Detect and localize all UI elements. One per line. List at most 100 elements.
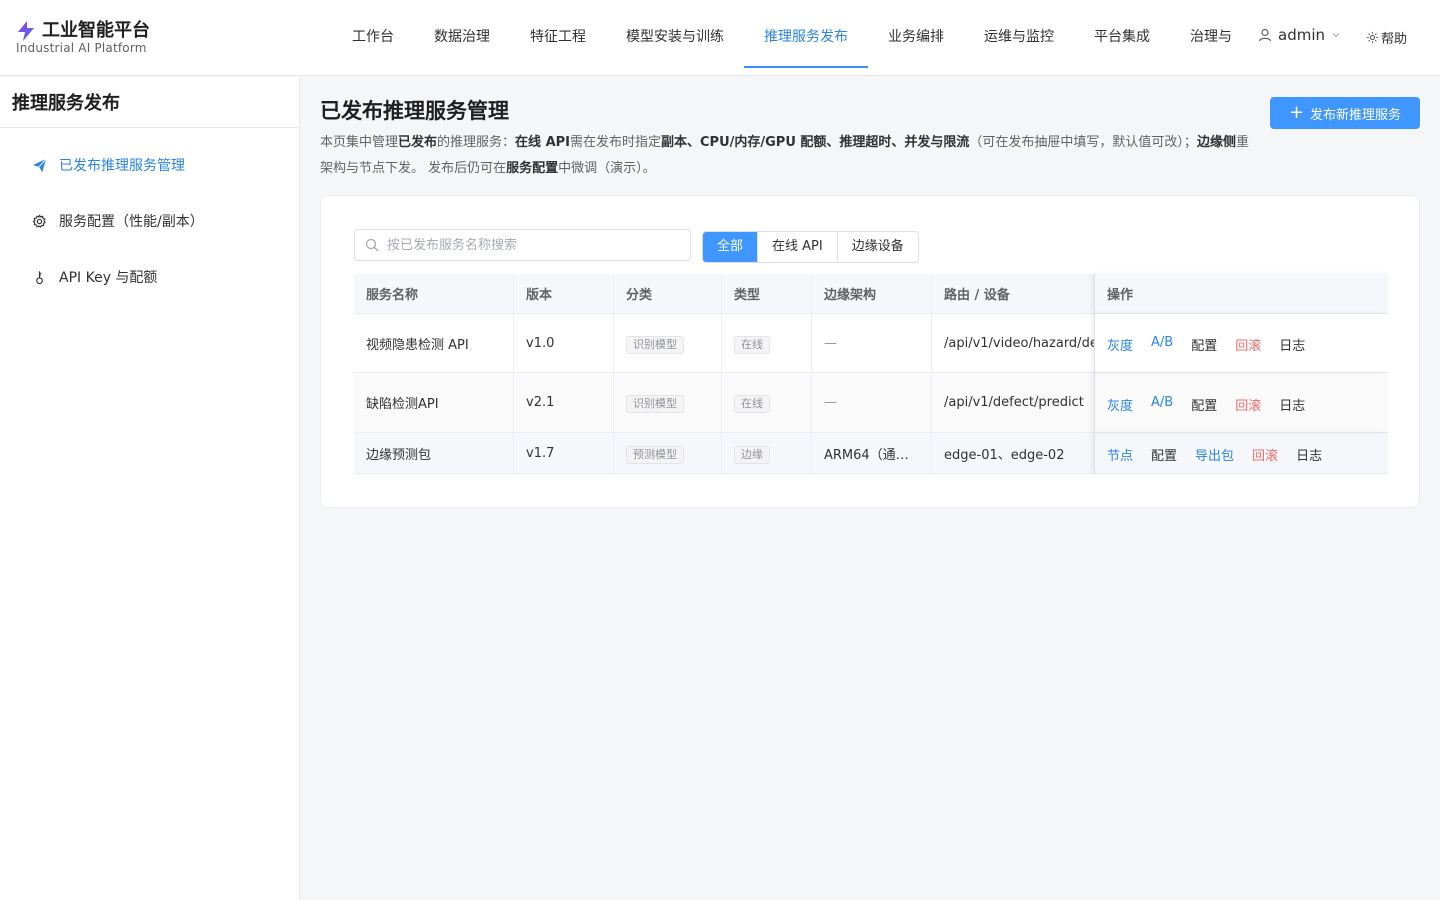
key-icon bbox=[36, 270, 43, 284]
cell-version: v2.1 bbox=[514, 373, 614, 432]
type-filter: 全部 在线 API 边缘设备 bbox=[702, 231, 919, 263]
sidebar-item-published-services[interactable]: 已发布推理服务管理 bbox=[32, 155, 185, 175]
cell-edge-arch: ARM64（通用） bbox=[812, 433, 932, 473]
config-button[interactable]: 配置 bbox=[1191, 332, 1217, 354]
cell-type: 边缘 bbox=[722, 433, 812, 473]
gray-release-button[interactable]: 灰度 bbox=[1107, 332, 1133, 354]
user-icon bbox=[1258, 28, 1272, 42]
cell-actions: 灰度 A/B 配置 回滚 日志 bbox=[1094, 314, 1388, 372]
table-row: 边缘预测包 v1.7 预测模型 边缘 ARM64（通用） edge-01、edg… bbox=[354, 433, 1388, 474]
category-tag: 识别模型 bbox=[626, 395, 684, 413]
cell-edge-arch: — bbox=[812, 314, 932, 372]
col-service-name[interactable]: 服务名称 bbox=[354, 274, 514, 313]
sidebar-item-api-key[interactable]: API Key 与配额 bbox=[32, 267, 157, 287]
sidebar: 推理服务发布 已发布推理服务管理 服务配置（性能/副本） API Key 与配额 bbox=[0, 77, 300, 900]
table-header: 服务名称 版本 分类 类型 边缘架构 路由 / 设备 操作 bbox=[354, 274, 1388, 314]
services-table: 服务名称 版本 分类 类型 边缘架构 路由 / 设备 操作 视频隐患检测 API… bbox=[354, 274, 1388, 474]
brand-logo[interactable]: 工业智能平台 Industrial AI Platform bbox=[16, 20, 150, 55]
category-tag: 预测模型 bbox=[626, 445, 684, 464]
nav-inference-publish[interactable]: 推理服务发布 bbox=[744, 0, 868, 68]
filter-edge-device[interactable]: 边缘设备 bbox=[836, 232, 918, 262]
publish-service-button[interactable]: + 发布新推理服务 bbox=[1270, 97, 1420, 129]
search-box[interactable] bbox=[354, 229, 691, 261]
help-link[interactable]: 帮助 bbox=[1366, 28, 1407, 47]
logs-button[interactable]: 日志 bbox=[1279, 332, 1305, 354]
cell-devices: edge-01、edge-02 bbox=[944, 447, 1065, 463]
category-tag: 识别模型 bbox=[626, 335, 684, 354]
col-edge-arch[interactable]: 边缘架构 bbox=[812, 274, 932, 313]
cell-category: 识别模型 bbox=[614, 314, 722, 372]
username: admin bbox=[1278, 26, 1325, 44]
export-package-button[interactable]: 导出包 bbox=[1195, 442, 1234, 464]
cell-route: /api/v1/defect/predict bbox=[944, 395, 1084, 410]
ab-test-button[interactable]: A/B bbox=[1151, 332, 1173, 354]
table-row: 视频隐患检测 API v1.0 识别模型 在线 — /api/v1/video/… bbox=[354, 314, 1388, 373]
sidebar-item-label: API Key 与配额 bbox=[59, 270, 158, 286]
col-route-device[interactable]: 路由 / 设备 bbox=[932, 274, 1094, 313]
nav-governance[interactable]: 治理与 bbox=[1170, 0, 1238, 68]
publish-service-label: 发布新推理服务 bbox=[1310, 107, 1402, 123]
col-version[interactable]: 版本 bbox=[514, 274, 614, 313]
user-menu[interactable]: admin bbox=[1258, 26, 1347, 44]
cell-version: v1.7 bbox=[514, 433, 614, 473]
logs-button[interactable]: 日志 bbox=[1279, 392, 1305, 414]
nav-platform-integration[interactable]: 平台集成 bbox=[1074, 0, 1170, 68]
sidebar-item-label: 服务配置（性能/副本） bbox=[59, 214, 204, 230]
cell-version: v1.0 bbox=[514, 314, 614, 372]
gear-icon bbox=[1366, 31, 1379, 44]
app-title: 工业智能平台 bbox=[42, 20, 150, 41]
cell-edge-arch: — bbox=[812, 373, 932, 432]
type-tag: 在线 bbox=[734, 395, 770, 413]
cell-type: 在线 bbox=[722, 373, 812, 432]
table-row: 缺陷检测API v2.1 识别模型 在线 — /api/v1/defect/pr… bbox=[354, 373, 1388, 433]
cell-actions: 节点 配置 导出包 回滚 日志 bbox=[1094, 433, 1388, 473]
page-title: 已发布推理服务管理 bbox=[320, 99, 509, 123]
nav-business-orchestration[interactable]: 业务编排 bbox=[868, 0, 964, 68]
top-header: 工业智能平台 Industrial AI Platform 工作台 数据治理 特… bbox=[0, 0, 1440, 76]
gray-release-button[interactable]: 灰度 bbox=[1107, 392, 1133, 414]
sidebar-item-label: 已发布推理服务管理 bbox=[59, 158, 185, 174]
lightning-logo-icon bbox=[18, 21, 34, 41]
nav-model-training[interactable]: 模型安装与训练 bbox=[606, 0, 744, 68]
search-input[interactable] bbox=[387, 237, 677, 253]
cell-service-name: 边缘预测包 bbox=[354, 433, 514, 473]
cell-service-name: 视频隐患检测 API bbox=[354, 314, 514, 372]
filter-online-api[interactable]: 在线 API bbox=[757, 232, 837, 262]
main-nav: 工作台 数据治理 特征工程 模型安装与训练 推理服务发布 业务编排 运维与监控 … bbox=[332, 0, 1238, 76]
nav-workbench[interactable]: 工作台 bbox=[332, 0, 414, 68]
ab-test-button[interactable]: A/B bbox=[1151, 392, 1173, 414]
services-card: 全部 在线 API 边缘设备 服务名称 版本 分类 类型 边缘架构 路由 / 设… bbox=[320, 195, 1420, 508]
chevron-down-icon bbox=[1332, 33, 1340, 38]
filter-all[interactable]: 全部 bbox=[703, 232, 758, 262]
sidebar-item-service-config[interactable]: 服务配置（性能/副本） bbox=[32, 211, 204, 231]
cell-service-name: 缺陷检测API bbox=[354, 373, 514, 432]
sidebar-title: 推理服务发布 bbox=[0, 77, 299, 128]
search-icon bbox=[365, 238, 379, 252]
nav-feature-engineering[interactable]: 特征工程 bbox=[510, 0, 606, 68]
rollback-button[interactable]: 回滚 bbox=[1252, 442, 1278, 464]
col-actions: 操作 bbox=[1094, 274, 1388, 313]
send-icon bbox=[32, 158, 47, 172]
config-button[interactable]: 配置 bbox=[1151, 442, 1177, 464]
cell-route: /api/v1/video/hazard/detect bbox=[944, 335, 1094, 351]
gear-icon bbox=[32, 213, 46, 228]
col-category[interactable]: 分类 bbox=[614, 274, 722, 313]
logs-button[interactable]: 日志 bbox=[1296, 442, 1322, 464]
type-tag: 在线 bbox=[734, 335, 770, 354]
nodes-button[interactable]: 节点 bbox=[1107, 442, 1133, 464]
plus-icon: + bbox=[1288, 102, 1305, 123]
cell-type: 在线 bbox=[722, 314, 812, 372]
nav-data-governance[interactable]: 数据治理 bbox=[414, 0, 510, 68]
cell-category: 识别模型 bbox=[614, 373, 722, 432]
help-label: 帮助 bbox=[1381, 32, 1408, 47]
cell-actions: 灰度 A/B 配置 回滚 日志 bbox=[1094, 373, 1388, 432]
cell-category: 预测模型 bbox=[614, 433, 722, 473]
col-type[interactable]: 类型 bbox=[722, 274, 812, 313]
app-subtitle: Industrial AI Platform bbox=[16, 41, 147, 55]
type-tag: 边缘 bbox=[734, 445, 770, 464]
config-button[interactable]: 配置 bbox=[1191, 392, 1217, 414]
rollback-button[interactable]: 回滚 bbox=[1235, 332, 1261, 354]
rollback-button[interactable]: 回滚 bbox=[1235, 392, 1261, 414]
edge-arch-text: ARM64（通用） bbox=[824, 447, 919, 463]
nav-ops-monitoring[interactable]: 运维与监控 bbox=[964, 0, 1074, 68]
